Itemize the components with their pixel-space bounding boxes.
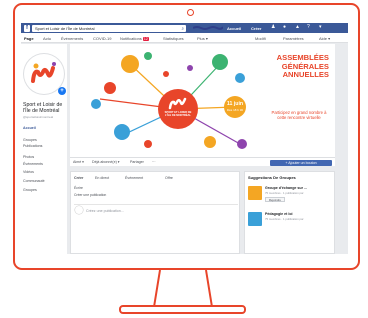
- sidebar-item-events[interactable]: Événements: [23, 162, 43, 166]
- redacted-user-mark: [193, 26, 223, 30]
- composer-write-label: Écrire: [74, 186, 83, 190]
- composer-tab-offer[interactable]: Offre: [165, 176, 173, 180]
- sidebar-item-photos[interactable]: Photos: [23, 155, 34, 159]
- slim-logo-white-icon: [168, 97, 187, 110]
- sidebar-item-posts[interactable]: Publications: [23, 144, 42, 148]
- facebook-logo-icon[interactable]: f: [24, 24, 30, 32]
- sidebar-item-home[interactable]: Accueil: [23, 126, 36, 130]
- suggestions-title: Suggestions De Groupes: [248, 175, 296, 180]
- event-time: Dès 18 h 30: [226, 108, 244, 112]
- facebook-page-screen: f Sport et Loisir de l'Île de Montréal ⌕…: [21, 23, 348, 254]
- page-handle[interactable]: @sportetloisirmontreal: [23, 115, 53, 119]
- add-photo-button[interactable]: +: [58, 87, 66, 95]
- nav-notifications[interactable]: Notifications 12: [120, 36, 149, 41]
- help-icon[interactable]: ?: [307, 25, 310, 30]
- nav-covid[interactable]: COVID-19: [93, 36, 111, 41]
- sidebar-item-groups-2[interactable]: Groupes: [23, 188, 37, 192]
- event-date-badge: 11 juin Dès 18 h 30: [224, 96, 246, 118]
- post-composer: Créer En direct Événement Offre Écrire C…: [70, 171, 240, 254]
- event-date: 11 juin: [226, 101, 244, 107]
- sidebar-item-videos[interactable]: Vidéos: [23, 170, 34, 174]
- webcam-icon: [187, 9, 194, 16]
- nav-settings[interactable]: Paramètres: [283, 36, 304, 41]
- right-gutter: [336, 44, 348, 254]
- sidebar-item-community[interactable]: Communauté: [23, 179, 45, 183]
- composer-input[interactable]: Créez une publication...: [74, 204, 238, 216]
- messenger-icon[interactable]: ●: [283, 25, 286, 30]
- friends-icon[interactable]: ♟: [271, 25, 275, 30]
- topbar-create-link[interactable]: Créer: [251, 26, 261, 31]
- join-group-button[interactable]: Rejoindre: [265, 197, 285, 202]
- group-thumbnail[interactable]: [248, 186, 262, 200]
- search-input-value: Sport et Loisir de l'Île de Montréal: [35, 25, 95, 31]
- more-options-button[interactable]: ···: [152, 160, 156, 164]
- composer-create-post-label: Créer une publication: [74, 193, 107, 197]
- cover-headline: ASSEMBLÉES GÉNÉRALES ANNUELLES: [276, 53, 329, 80]
- group-thumbnail-2[interactable]: [248, 212, 262, 226]
- share-button[interactable]: Partager: [130, 160, 144, 164]
- cover-badge-text: SPORT ET LOISIR DE L'ÎLE DE MONTRÉAL: [164, 111, 192, 117]
- cover-photo[interactable]: SPORT ET LOISIR DE L'ÎLE DE MONTRÉAL 11 …: [70, 44, 335, 157]
- composer-tab-create[interactable]: Créer: [74, 176, 83, 180]
- liked-button[interactable]: Aimé ▾: [73, 160, 84, 164]
- nav-feed[interactable]: Actu: [43, 36, 51, 41]
- following-button[interactable]: Déjà abonné(e) ▾: [92, 160, 120, 164]
- notifications-icon[interactable]: ▲: [295, 25, 300, 30]
- group-name-2[interactable]: Pédagogie et loi: [265, 212, 293, 216]
- nav-more[interactable]: Plus ▾: [197, 36, 208, 41]
- nav-events[interactable]: Événements: [61, 36, 83, 41]
- search-icon[interactable]: ⌕: [181, 25, 184, 32]
- group-meta: 75 membres · 1 publication par: [265, 191, 304, 195]
- page-name: Sport et Loisir de l'Île de Montréal: [23, 102, 63, 115]
- sidebar-item-groups[interactable]: Groupes: [23, 138, 37, 142]
- group-name[interactable]: Groupe d'échange sur ...: [265, 186, 307, 190]
- notifications-count-badge: 12: [142, 37, 149, 41]
- account-menu-icon[interactable]: ▾: [319, 25, 322, 30]
- nav-help[interactable]: Aide ▾: [319, 36, 330, 41]
- search-input[interactable]: Sport et Loisir de l'Île de Montréal ⌕: [32, 24, 186, 32]
- composer-tab-event[interactable]: Événement: [125, 176, 143, 180]
- page-sidebar: + Sport et Loisir de l'Île de Montréal @…: [21, 44, 67, 254]
- composer-tab-live[interactable]: En direct: [95, 176, 109, 180]
- group-suggestions-panel: Suggestions De Groupes Groupe d'échange …: [244, 171, 335, 254]
- nav-edit[interactable]: Modifi: [255, 36, 266, 41]
- facebook-topbar: f Sport et Loisir de l'Île de Montréal ⌕…: [21, 23, 348, 33]
- nav-page[interactable]: Page: [24, 36, 34, 41]
- topbar-home-link[interactable]: Accueil: [227, 26, 241, 31]
- page-admin-nav: Page Actu Événements COVID-19 Notificati…: [21, 33, 348, 43]
- group-meta-2: 75 membres · 1 publication par: [265, 217, 304, 221]
- add-button-cta[interactable]: + Ajouter un bouton: [270, 159, 332, 166]
- cover-subline: Participez en grand nombre à cette renco…: [271, 110, 327, 120]
- nav-insights[interactable]: Statistiques: [163, 36, 184, 41]
- cover-logo-badge: SPORT ET LOISIR DE L'ÎLE DE MONTRÉAL: [158, 89, 198, 129]
- monitor-illustration: f Sport et Loisir de l'Île de Montréal ⌕…: [0, 0, 368, 318]
- page-main-column: SPORT ET LOISIR DE L'ÎLE DE MONTRÉAL 11 …: [70, 44, 335, 254]
- nav-notifications-label: Notifications: [120, 36, 142, 41]
- page-action-bar: Aimé ▾ Déjà abonné(e) ▾ Partager ··· + A…: [70, 157, 335, 166]
